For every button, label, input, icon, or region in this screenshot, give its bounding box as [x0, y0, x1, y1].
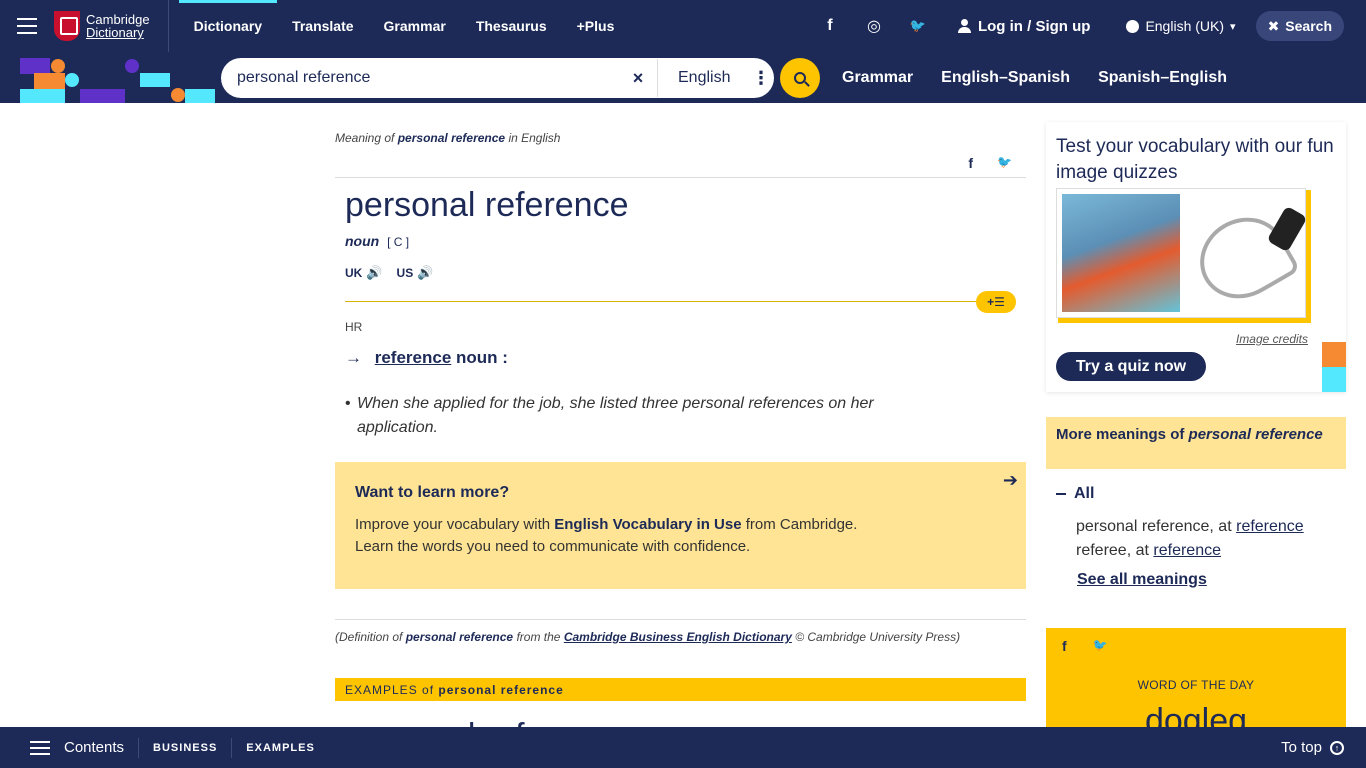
top-nav: Cambridge Dictionary Dictionary Translat…	[0, 0, 1366, 52]
search-input[interactable]	[237, 69, 617, 87]
arrow-right-icon[interactable]: ➔	[1003, 470, 1018, 491]
decorative-blocks	[1322, 342, 1346, 392]
definition-source: (Definition of personal reference from t…	[335, 619, 1026, 644]
nav-dictionary[interactable]: Dictionary	[178, 0, 278, 52]
peeler-image	[1189, 199, 1299, 311]
quiz-card: Test your vocabulary with our fun image …	[1046, 122, 1346, 392]
nav-plus[interactable]: +Plus	[562, 0, 630, 52]
reference-link[interactable]: reference	[375, 348, 452, 367]
word-of-the-day: f 🐦 WORD OF THE DAY dogleg	[1046, 628, 1346, 728]
search-box: × English ⋮	[221, 58, 774, 98]
logo-line2: Dictionary	[86, 25, 144, 40]
crest-icon	[54, 11, 80, 41]
search-bar: × English ⋮ Grammar English–Spanish Span…	[0, 52, 1366, 103]
pron-uk[interactable]: UK 🔊	[345, 265, 383, 281]
arrow-up-icon: ↑	[1330, 740, 1344, 755]
nav-grammar[interactable]: Grammar	[369, 0, 461, 52]
search-submit-button[interactable]	[780, 58, 820, 98]
dictionary-select[interactable]: English	[678, 69, 738, 87]
meaning-line: Meaning of personal reference in English	[335, 131, 561, 145]
reference-link[interactable]: reference	[1236, 518, 1304, 535]
see-all-meanings-link[interactable]: See all meanings	[1077, 571, 1346, 589]
facebook-icon[interactable]: f	[1062, 638, 1067, 654]
hamburger-icon[interactable]	[30, 746, 50, 749]
add-to-wordlist-button[interactable]: +☰	[976, 291, 1016, 313]
quiz-image[interactable]	[1056, 188, 1306, 318]
cross-reference: → reference noun :	[345, 348, 508, 367]
pron-us[interactable]: US 🔊	[397, 265, 434, 281]
examples-header: EXAMPLES of personal reference	[335, 678, 1026, 701]
grammar-code: [ C ]	[387, 235, 410, 249]
search-toggle-label: Search	[1285, 18, 1332, 34]
chevron-down-icon: ▾	[1230, 20, 1236, 33]
hamburger-icon	[17, 25, 37, 27]
facebook-icon[interactable]: f	[808, 17, 852, 35]
entry-content: Meaning of personal reference in English…	[335, 103, 1026, 756]
link-spanish-english[interactable]: Spanish–English	[1098, 69, 1227, 87]
share-twitter-icon[interactable]: 🐦	[997, 155, 1012, 177]
contents-button[interactable]: Contents	[64, 739, 124, 756]
part-of-speech: noun [ C ]	[345, 233, 410, 249]
arrow-right-icon: →	[345, 348, 362, 367]
bottom-bar: Contents BUSINESS EXAMPLES To top ↑	[0, 727, 1366, 768]
reference-link[interactable]: reference	[1153, 542, 1221, 559]
wotd-word[interactable]: dogleg	[1046, 702, 1346, 728]
source-dictionary-link[interactable]: Cambridge Business English Dictionary	[564, 630, 792, 644]
link-grammar[interactable]: Grammar	[842, 69, 913, 87]
minus-icon	[1056, 492, 1066, 495]
to-top-button[interactable]: To top ↑	[1281, 739, 1344, 756]
all-toggle[interactable]: All	[1056, 485, 1346, 503]
tab-examples[interactable]: EXAMPLES	[231, 737, 329, 758]
tab-business[interactable]: BUSINESS	[138, 737, 231, 758]
language-selector[interactable]: English (UK) ▾	[1106, 18, 1255, 34]
decorative-pattern	[0, 52, 220, 103]
image-credits-link[interactable]: Image credits	[1236, 332, 1308, 346]
link-english-spanish[interactable]: English–Spanish	[941, 69, 1070, 87]
main-nav: Dictionary Translate Grammar Thesaurus +…	[178, 0, 630, 52]
twitter-icon[interactable]: 🐦	[1093, 638, 1108, 654]
twitter-icon[interactable]: 🐦	[896, 18, 940, 34]
close-icon: ✖	[1267, 17, 1280, 34]
menu-button[interactable]	[0, 0, 54, 52]
search-icon	[794, 72, 806, 84]
login-link[interactable]: Log in / Sign up	[940, 18, 1106, 35]
share-facebook-icon[interactable]: f	[968, 155, 973, 177]
speaker-icon: 🔊	[366, 265, 383, 280]
list-item: referee, at reference	[1076, 542, 1221, 559]
globe-icon	[1126, 19, 1140, 33]
cambridge-logo[interactable]: Cambridge Dictionary	[54, 0, 169, 52]
learn-more-box[interactable]: ➔ Want to learn more? Improve your vocab…	[335, 462, 1026, 589]
headword: personal reference	[345, 186, 629, 224]
user-icon	[957, 19, 971, 33]
more-options-icon[interactable]: ⋮	[752, 68, 770, 89]
search-toggle-button[interactable]: ✖ Search	[1255, 11, 1344, 41]
quiz-title: Test your vocabulary with our fun image …	[1056, 136, 1334, 183]
login-label: Log in / Sign up	[977, 17, 1091, 35]
list-item: personal reference, at reference	[1076, 518, 1304, 535]
example-sentence: When she applied for the job, she listed…	[345, 392, 925, 440]
clear-icon[interactable]: ×	[629, 68, 647, 89]
nav-thesaurus[interactable]: Thesaurus	[461, 0, 562, 52]
instagram-icon[interactable]: ◎	[852, 16, 896, 36]
try-quiz-button[interactable]: Try a quiz now	[1056, 352, 1206, 381]
dishwasher-image	[1062, 194, 1180, 312]
nav-translate[interactable]: Translate	[277, 0, 368, 52]
language-label: English (UK)	[1145, 18, 1225, 34]
subject-label: HR	[345, 320, 363, 334]
speaker-icon: 🔊	[417, 265, 434, 280]
more-meanings: More meanings of personal reference All …	[1046, 417, 1346, 589]
